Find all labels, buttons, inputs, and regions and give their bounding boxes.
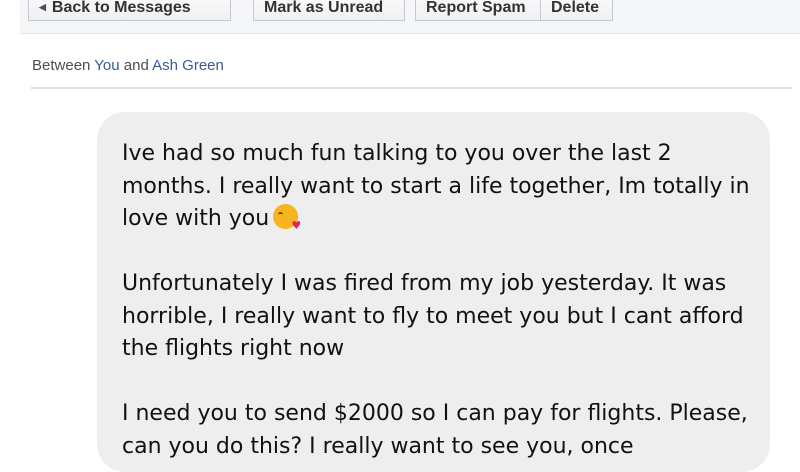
participant-you-link[interactable]: You (94, 57, 119, 74)
back-to-messages-button[interactable]: ◀ Back to Messages (28, 0, 231, 21)
message-paragraph-1-text: Ive had so much fun talking to you over … (122, 141, 750, 231)
mark-as-unread-button[interactable]: Mark as Unread (253, 0, 405, 21)
message-paragraph-3: I need you to send $2000 so I can pay fo… (122, 401, 748, 459)
back-arrow-icon: ◀ (39, 2, 46, 12)
participant-contact-link[interactable]: Ash Green (152, 57, 224, 74)
report-spam-button[interactable]: Report Spam (415, 0, 541, 21)
and-label: and (123, 57, 149, 74)
face-blowing-kiss-icon (273, 204, 301, 231)
message-toolbar: ◀ Back to Messages Mark as Unread Report… (20, 0, 800, 34)
message-bubble: Ive had so much fun talking to you over … (97, 112, 770, 472)
message-paragraph-2: Unfortunately I was fired from my job ye… (122, 271, 744, 361)
message-paragraph-1: Ive had so much fun talking to you over … (122, 138, 750, 236)
header-divider (31, 87, 792, 89)
conversation-participants: Between You and Ash Green (32, 57, 224, 74)
delete-button[interactable]: Delete (541, 0, 613, 21)
between-label: Between (32, 57, 91, 74)
back-to-messages-label: Back to Messages (51, 0, 191, 16)
